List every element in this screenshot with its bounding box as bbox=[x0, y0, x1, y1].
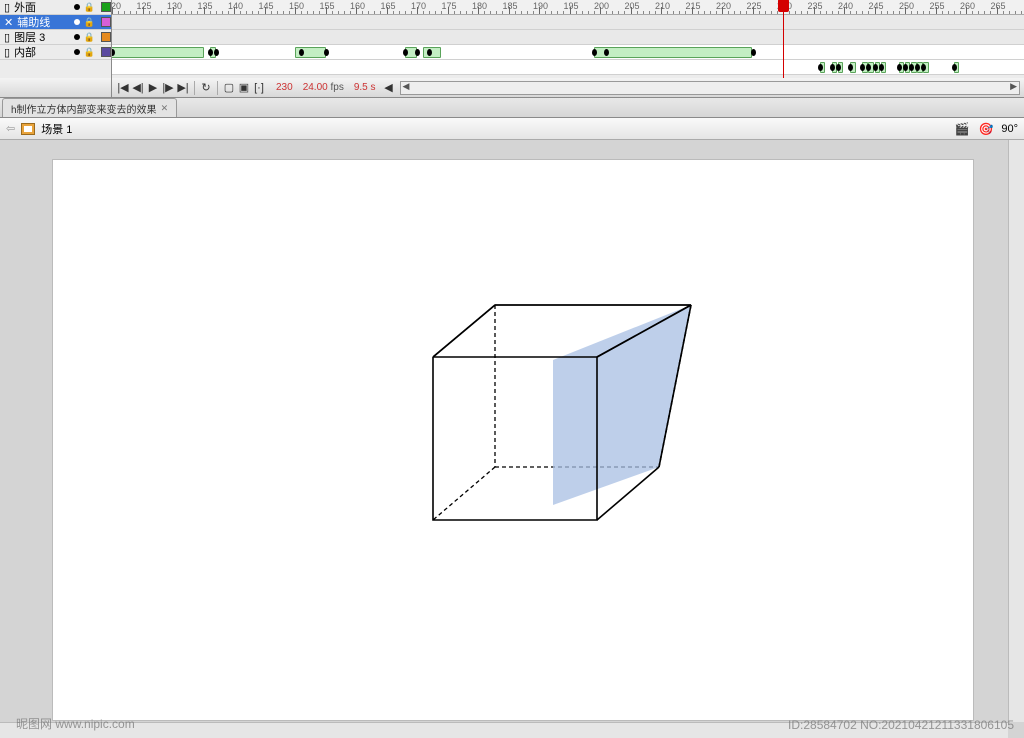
timeline-footer: |◀ ◀| ▶ |▶ ▶| ↻ ▢ ▣ [·] 230 24.00 fps 9.… bbox=[0, 78, 1024, 98]
edit-bar: ⇦ 场景 1 🎬 🎯 90° bbox=[0, 118, 1024, 140]
guide-icon: ✕ bbox=[4, 16, 13, 29]
stage[interactable] bbox=[0, 140, 1024, 738]
layer-name: 辅助线 bbox=[17, 14, 70, 30]
lock-icon[interactable]: 🔒 bbox=[84, 17, 95, 28]
layer-color-swatch[interactable] bbox=[101, 17, 111, 27]
track-row[interactable] bbox=[112, 15, 1024, 30]
timeline-status: 230 24.00 fps 9.5 s bbox=[270, 82, 382, 93]
loop-button[interactable]: ↻ bbox=[199, 81, 213, 95]
back-button[interactable]: ⇦ bbox=[6, 122, 15, 135]
first-frame-button[interactable]: |◀ bbox=[116, 81, 130, 95]
playhead[interactable] bbox=[783, 0, 784, 78]
layer-row[interactable]: ▯ 图层 3 🔒 bbox=[0, 30, 111, 45]
layer-row[interactable]: ▯ 外面 🔒 bbox=[0, 0, 111, 15]
fps-label: fps bbox=[331, 82, 344, 93]
visibility-dot-icon[interactable] bbox=[74, 4, 80, 10]
layer-name: 内部 bbox=[14, 44, 70, 60]
layer-color-swatch[interactable] bbox=[101, 47, 111, 57]
scene-icon bbox=[21, 123, 35, 135]
layer-row[interactable]: ✕ 辅助线 🔒 bbox=[0, 15, 111, 30]
layer-name: 图层 3 bbox=[14, 29, 70, 45]
current-frame: 230 bbox=[276, 82, 293, 93]
watermark-left: 昵图网 www.nipic.com bbox=[16, 715, 135, 732]
track-row[interactable] bbox=[112, 45, 1024, 60]
layer-row[interactable]: ▯ 内部 🔒 bbox=[0, 45, 111, 60]
canvas[interactable] bbox=[53, 160, 973, 720]
play-button[interactable]: ▶ bbox=[146, 81, 160, 95]
scene-name[interactable]: 场景 1 bbox=[41, 121, 72, 137]
layer-color-swatch[interactable] bbox=[101, 32, 111, 42]
track-row[interactable] bbox=[112, 30, 1024, 45]
visibility-dot-icon[interactable] bbox=[74, 49, 80, 55]
document-tabs: h制作立方体内部变来变去的效果 ✕ bbox=[0, 98, 1024, 118]
frame-ruler[interactable]: 1201251301351401451501551601651701751801… bbox=[112, 0, 1024, 15]
cube-drawing bbox=[423, 295, 703, 555]
onion-skin-outline-button[interactable]: ▣ bbox=[237, 81, 251, 95]
page-icon: ▯ bbox=[4, 46, 10, 59]
zoom-value[interactable]: 90° bbox=[1001, 123, 1018, 135]
elapsed-time: 9.5 s bbox=[354, 82, 376, 93]
next-frame-button[interactable]: |▶ bbox=[161, 81, 175, 95]
timeline-panel: ▯ 外面 🔒 ✕ 辅助线 🔒 ▯ 图层 3 🔒 ▯ bbox=[0, 0, 1024, 78]
edit-symbol-button[interactable]: 🎯 bbox=[977, 121, 995, 137]
layer-color-swatch[interactable] bbox=[101, 2, 111, 12]
lock-icon[interactable]: 🔒 bbox=[84, 2, 95, 13]
page-icon: ▯ bbox=[4, 31, 10, 44]
last-frame-button[interactable]: ▶| bbox=[176, 81, 190, 95]
scroll-left-button[interactable]: ◀ bbox=[382, 81, 396, 95]
timeline-scrollbar[interactable] bbox=[400, 81, 1020, 95]
watermark-right: ID:28584702 NO:20210421211331806105 bbox=[788, 718, 1014, 732]
lock-icon[interactable]: 🔒 bbox=[84, 32, 95, 43]
lock-icon[interactable]: 🔒 bbox=[84, 47, 95, 58]
prev-frame-button[interactable]: ◀| bbox=[131, 81, 145, 95]
vertical-scrollbar[interactable] bbox=[1008, 140, 1024, 722]
onion-skin-button[interactable]: ▢ bbox=[222, 81, 236, 95]
visibility-dot-icon[interactable] bbox=[74, 19, 80, 25]
edit-scene-button[interactable]: 🎬 bbox=[953, 121, 971, 137]
close-icon[interactable]: ✕ bbox=[161, 103, 169, 114]
document-tab[interactable]: h制作立方体内部变来变去的效果 ✕ bbox=[2, 98, 177, 117]
tab-title: h制作立方体内部变来变去的效果 bbox=[11, 101, 157, 116]
edit-multiple-button[interactable]: [·] bbox=[252, 81, 266, 95]
layer-list: ▯ 外面 🔒 ✕ 辅助线 🔒 ▯ 图层 3 🔒 ▯ bbox=[0, 0, 112, 78]
fps-value: 24.00 bbox=[303, 82, 328, 93]
track-row[interactable] bbox=[112, 60, 1024, 75]
layer-name: 外面 bbox=[14, 0, 70, 15]
playhead-handle[interactable] bbox=[778, 0, 789, 12]
visibility-dot-icon[interactable] bbox=[74, 34, 80, 40]
playback-controls: |◀ ◀| ▶ |▶ ▶| ↻ ▢ ▣ [·] bbox=[112, 78, 270, 97]
page-icon: ▯ bbox=[4, 1, 10, 14]
timeline-tracks[interactable]: 1201251301351401451501551601651701751801… bbox=[112, 0, 1024, 78]
